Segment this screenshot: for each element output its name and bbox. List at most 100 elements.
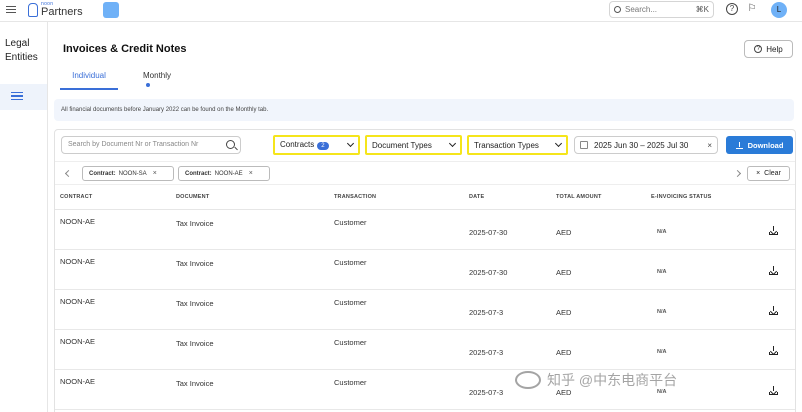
- column-header-date[interactable]: DATE: [469, 194, 484, 200]
- cell-date: 2025-07-3: [469, 308, 504, 317]
- cell-document: Tax Invoice: [176, 339, 214, 348]
- transaction-types-filter[interactable]: Transaction Types: [467, 135, 568, 155]
- cell-transaction: Customer: [334, 218, 367, 227]
- notification-dot-icon: [146, 82, 150, 87]
- table-header: CONTRACT DOCUMENT TRANSACTION DATE TOTAL…: [55, 185, 795, 210]
- contracts-filter-label: Contracts: [280, 140, 315, 149]
- search-icon: [614, 6, 621, 13]
- cell-contract: NOON-AE: [60, 297, 96, 306]
- filter-chip-value: NOON-AE: [214, 170, 243, 177]
- menu-icon[interactable]: [6, 4, 16, 14]
- search-shortcut: ⌘K: [695, 5, 709, 14]
- cell-amount: AED: [556, 228, 572, 237]
- global-search-input[interactable]: Search... ⌘K: [609, 1, 714, 18]
- column-header-contract[interactable]: CONTRACT: [60, 194, 92, 200]
- help-button[interactable]: ? Help: [744, 40, 793, 58]
- list-icon: [11, 92, 23, 102]
- clear-date-icon[interactable]: ×: [707, 141, 712, 150]
- document-search-input[interactable]: Search by Document Nr or Transaction Nr: [61, 136, 241, 154]
- date-range-picker[interactable]: 2025 Jun 30 – 2025 Jul 30 ×: [574, 136, 718, 154]
- download-row-icon[interactable]: [769, 306, 778, 316]
- noon-logo-icon: [28, 3, 38, 17]
- table-row[interactable]: NOON-AE Tax Invoice Customer 2025-07-3 A…: [55, 290, 795, 330]
- chevron-down-icon: [554, 139, 563, 148]
- sidebar: Legal Entities: [0, 22, 48, 412]
- filter-chip-key: Contract:: [89, 170, 116, 177]
- contracts-count-badge: 2: [317, 142, 329, 150]
- cell-document: Tax Invoice: [176, 299, 214, 308]
- cell-date: 2025-07-30: [469, 268, 508, 277]
- cell-status: N/A: [657, 229, 667, 235]
- help-button-label: Help: [766, 44, 783, 54]
- table-row[interactable]: NOON-AE Tax Invoice Customer 2025-07-30 …: [55, 250, 795, 290]
- sidebar-title-line1: Legal: [5, 38, 30, 49]
- download-row-icon[interactable]: [769, 346, 778, 356]
- page-title: Invoices & Credit Notes: [63, 43, 187, 55]
- close-icon: ×: [756, 170, 761, 177]
- app-switcher-icon[interactable]: [103, 2, 119, 18]
- column-header-e-invoicing-status[interactable]: E-INVOICING STATUS: [651, 194, 712, 200]
- download-row-icon[interactable]: [769, 386, 778, 396]
- transaction-types-filter-label: Transaction Types: [474, 140, 539, 150]
- table-row[interactable]: NOON-AE Tax Invoice Customer 2025-07-3 A…: [55, 330, 795, 370]
- filter-chip: Contract: NOON-SA ×: [82, 166, 174, 181]
- question-icon: ?: [754, 45, 763, 53]
- remove-chip-icon[interactable]: ×: [249, 170, 253, 177]
- column-header-transaction[interactable]: TRANSACTION: [334, 194, 376, 200]
- cell-status: N/A: [657, 269, 667, 275]
- download-icon: [735, 141, 743, 149]
- table-row[interactable]: NOON-AE Tax Invoice Customer 2025-07-3 A…: [55, 370, 795, 410]
- cell-status: N/A: [657, 309, 667, 315]
- cell-document: Tax Invoice: [176, 259, 214, 268]
- watermark: 知乎 @中东电商平台: [515, 370, 677, 390]
- sidebar-title-line2: Entities: [5, 52, 38, 63]
- cell-transaction: Customer: [334, 298, 367, 307]
- cell-date: 2025-07-30: [469, 228, 508, 237]
- info-banner: All financial documents before January 2…: [54, 99, 794, 121]
- cell-amount: AED: [556, 268, 572, 277]
- global-search-placeholder: Search...: [625, 5, 658, 14]
- clear-filters-button[interactable]: × Clear: [747, 166, 790, 181]
- chevron-left-icon[interactable]: [64, 169, 73, 178]
- chevron-down-icon: [448, 139, 457, 148]
- calendar-icon: [580, 141, 588, 149]
- cell-contract: NOON-AE: [60, 257, 96, 266]
- download-row-icon[interactable]: [769, 226, 778, 236]
- table-row[interactable]: NOON-AE Tax Invoice Customer 2025-07-30 …: [55, 210, 795, 250]
- active-filters-row: Contract: NOON-SA × Contract: NOON-AE × …: [55, 161, 795, 185]
- cell-transaction: Customer: [334, 258, 367, 267]
- cell-contract: NOON-AE: [60, 377, 96, 386]
- contracts-filter[interactable]: Contracts 2: [273, 135, 360, 155]
- filter-chip: Contract: NOON-AE ×: [178, 166, 270, 181]
- document-types-filter-label: Document Types: [372, 140, 432, 150]
- cell-status: N/A: [657, 349, 667, 355]
- cell-amount: AED: [556, 308, 572, 317]
- filter-chip-value: NOON-SA: [118, 170, 147, 177]
- date-range-value: 2025 Jun 30 – 2025 Jul 30: [594, 140, 689, 150]
- watermark-text: 知乎 @中东电商平台: [547, 372, 678, 388]
- cell-contract: NOON-AE: [60, 337, 96, 346]
- download-row-icon[interactable]: [769, 266, 778, 276]
- cell-document: Tax Invoice: [176, 219, 214, 228]
- sidebar-item-documents[interactable]: [0, 84, 47, 110]
- cell-contract: NOON-AE: [60, 217, 96, 226]
- document-search-placeholder: Search by Document Nr or Transaction Nr: [68, 141, 199, 148]
- flag-icon[interactable]: ⚐: [746, 3, 758, 15]
- top-bar: noon Partners Search... ⌘K ? ⚐ L: [0, 0, 802, 22]
- chevron-right-icon[interactable]: [733, 169, 742, 178]
- documents-card: Search by Document Nr or Transaction Nr …: [54, 129, 796, 412]
- avatar[interactable]: L: [771, 2, 787, 18]
- cell-transaction: Customer: [334, 338, 367, 347]
- tab-individual[interactable]: Individual: [60, 66, 118, 90]
- tab-individual-label: Individual: [72, 71, 106, 80]
- column-header-document[interactable]: DOCUMENT: [176, 194, 209, 200]
- wechat-icon: [515, 371, 541, 389]
- logo-main-text: Partners: [41, 6, 83, 18]
- logo[interactable]: noon Partners: [28, 2, 83, 18]
- tab-monthly[interactable]: Monthly: [143, 66, 171, 90]
- help-icon[interactable]: ?: [726, 3, 738, 15]
- remove-chip-icon[interactable]: ×: [153, 170, 157, 177]
- document-types-filter[interactable]: Document Types: [365, 135, 462, 155]
- download-button[interactable]: Download: [726, 136, 793, 154]
- column-header-total-amount[interactable]: TOTAL AMOUNT: [556, 194, 602, 200]
